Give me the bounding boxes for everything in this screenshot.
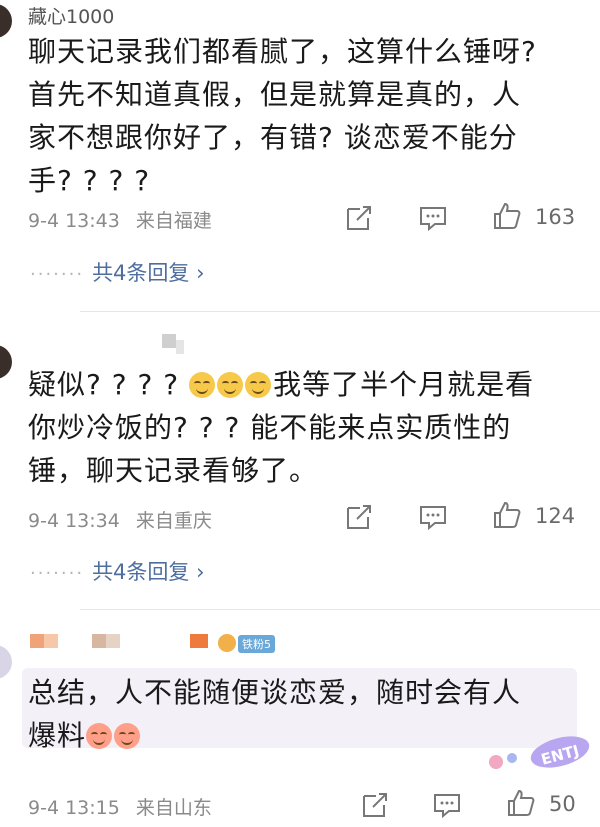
- comment-text: 疑似? ? ? ? 我等了半个月就是看 你炒冷饭的? ? ? 能不能来点实质性的…: [28, 363, 573, 492]
- like-count: 50: [549, 792, 576, 816]
- comment-meta: 9-4 13:15 来自山东: [28, 793, 212, 820]
- fan-badge: 铁粉5: [238, 635, 275, 653]
- comment-meta: 9-4 13:34 来自重庆: [28, 506, 212, 533]
- dots-icon: ·······: [30, 563, 85, 584]
- share-icon[interactable]: [360, 790, 390, 820]
- like-icon[interactable]: [492, 201, 522, 231]
- share-icon[interactable]: [344, 203, 374, 233]
- blush-emoji-icon: [114, 723, 141, 749]
- location: 来自福建: [135, 210, 212, 232]
- text-line: 聊天记录我们都看腻了，这算什么锤呀?: [28, 35, 537, 68]
- username-blur: [190, 634, 208, 648]
- entj-watermark: ENTJ: [489, 736, 590, 769]
- username-blur: [176, 340, 184, 354]
- timestamp: 9-4 13:34: [28, 510, 120, 532]
- comment-icon[interactable]: [432, 790, 462, 820]
- text-line: 手? ? ? ?: [28, 164, 151, 197]
- grin-emoji-icon: [217, 372, 244, 398]
- like-count: 124: [535, 504, 576, 528]
- username-blur: [30, 634, 44, 648]
- timestamp: 9-4 13:15: [28, 797, 120, 819]
- divider: [80, 311, 600, 312]
- username[interactable]: 藏心1000: [28, 2, 114, 29]
- grin-emoji-icon: [245, 372, 272, 398]
- divider: [80, 609, 600, 610]
- text-line: 首先不知道真假，但是就算是真的，人: [28, 78, 522, 111]
- text-fragment: 疑似? ? ? ?: [28, 368, 190, 401]
- fan-badge-icon: [218, 634, 236, 652]
- username-blur: [92, 634, 106, 648]
- view-replies-link[interactable]: ······· 共4条回复 ›: [30, 556, 205, 586]
- text-line: 疑似? ? ? ? 我等了半个月就是看: [28, 363, 573, 406]
- username-blur: [162, 334, 176, 348]
- location: 来自山东: [135, 797, 212, 819]
- text-line: 总结，人不能随便谈恋爱，随时会有人: [28, 676, 522, 709]
- timestamp: 9-4 13:43: [28, 210, 120, 232]
- text-fragment: 爆料: [28, 719, 87, 752]
- avatar[interactable]: [0, 645, 12, 679]
- text-line: 锤，聊天记录看够了。: [28, 454, 319, 487]
- avatar[interactable]: [0, 345, 12, 379]
- like-icon[interactable]: [492, 500, 522, 530]
- replies-label[interactable]: 共4条回复 ›: [92, 560, 204, 584]
- comment-icon[interactable]: [418, 203, 448, 233]
- username-blur: [44, 634, 58, 648]
- like-count: 163: [535, 205, 576, 229]
- grin-emoji-icon: [189, 372, 216, 398]
- avatar[interactable]: [0, 4, 12, 38]
- comment-icon[interactable]: [418, 502, 448, 532]
- text-line: 你炒冷饭的? ? ? 能不能来点实质性的: [28, 411, 512, 444]
- username-blur: [106, 634, 120, 648]
- dots-icon: ·······: [30, 264, 85, 285]
- share-icon[interactable]: [344, 502, 374, 532]
- blush-emoji-icon: [86, 723, 113, 749]
- comment-text: 聊天记录我们都看腻了，这算什么锤呀? 首先不知道真假，但是就算是真的，人 家不想…: [28, 30, 573, 202]
- text-line: 家不想跟你好了，有错? 谈恋爱不能分: [28, 121, 518, 154]
- text-fragment: 我等了半个月就是看: [273, 368, 535, 401]
- replies-label[interactable]: 共4条回复 ›: [92, 261, 204, 285]
- view-replies-link[interactable]: ······· 共4条回复 ›: [30, 257, 205, 287]
- like-icon[interactable]: [506, 788, 536, 818]
- location: 来自重庆: [135, 510, 212, 532]
- comment-meta: 9-4 13:43 来自福建: [28, 206, 212, 233]
